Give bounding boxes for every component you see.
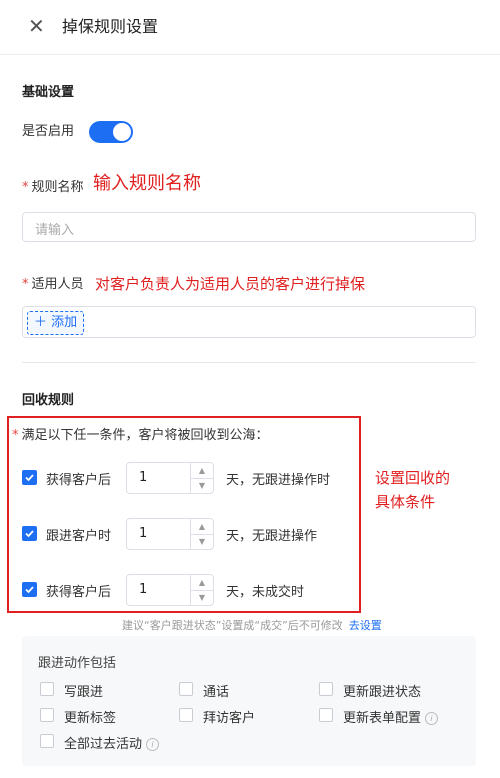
option-checkbox[interactable] [40, 682, 54, 696]
increment-icon[interactable]: ▲ [191, 463, 213, 479]
rule-checkbox[interactable] [22, 582, 37, 597]
days-value: 1 [139, 526, 148, 541]
rule-label: 获得客户后 [46, 585, 112, 600]
days-value: 1 [139, 582, 148, 597]
option-checkbox[interactable] [40, 708, 54, 722]
decrement-icon[interactable]: ▼ [191, 590, 213, 605]
increment-icon[interactable]: ▲ [191, 575, 213, 591]
rule-label: 跟进客户时 [46, 529, 112, 544]
enable-label: 是否启用 [22, 124, 75, 139]
days-input[interactable]: 1 ▲ ▼ [126, 574, 214, 606]
option-checkbox[interactable] [179, 708, 193, 722]
days-value: 1 [139, 470, 148, 485]
annotation-rule-name: 输入规则名称 [93, 173, 201, 194]
option-checkbox[interactable] [319, 682, 333, 696]
divider [22, 362, 476, 363]
go-settings-link[interactable]: 去设置 [349, 619, 382, 632]
info-icon[interactable]: i [146, 738, 160, 751]
hint-text: 建议“客户跟进状态”设置成“成交”后不可修改 去设置 [122, 619, 382, 632]
condition-label: * 满足以下任一条件，客户将被回收到公海： [12, 428, 269, 443]
option-checkbox[interactable] [319, 708, 333, 722]
increment-icon[interactable]: ▲ [191, 519, 213, 535]
stepper: ▲ ▼ [190, 463, 213, 493]
annotation-recycle: 设置回收的 具体条件 [375, 469, 451, 511]
option-checkbox[interactable] [40, 734, 54, 748]
rule-name-input[interactable]: 请输入 [22, 212, 476, 242]
decrement-icon[interactable]: ▼ [191, 534, 213, 549]
rule-tail: 天，未成交时 [226, 585, 305, 600]
close-icon[interactable]: ✕ [28, 14, 45, 38]
followup-panel: 跟进动作包括 写跟进 通话 更新跟进状态 更新标签 拜访客户 更新表单配置 i 全… [22, 636, 476, 766]
decrement-icon[interactable]: ▼ [191, 478, 213, 493]
header: ✕ 掉保规则设置 [0, 0, 500, 55]
stepper: ▲ ▼ [190, 519, 213, 549]
rule-label: 获得客户后 [46, 473, 112, 488]
annotation-applicable: 对客户负责人为适用人员的客户进行掉保 [95, 275, 366, 293]
stepper: ▲ ▼ [190, 575, 213, 605]
required-mark: * [22, 277, 29, 292]
enable-toggle[interactable] [89, 121, 133, 143]
rule-name-placeholder: 请输入 [35, 223, 75, 238]
add-button[interactable]: ＋ 添加 [27, 311, 85, 335]
followup-title: 跟进动作包括 [38, 656, 117, 671]
info-icon[interactable]: i [425, 712, 439, 725]
rule-name-label: * 规则名称 [22, 180, 84, 195]
applicable-users-field[interactable]: ＋ 添加 [22, 306, 476, 338]
days-input[interactable]: 1 ▲ ▼ [126, 518, 214, 550]
rule-tail: 天，无跟进操作 [226, 529, 318, 544]
page-title: 掉保规则设置 [62, 17, 159, 36]
rule-checkbox[interactable] [22, 526, 37, 541]
toggle-knob [113, 123, 131, 141]
required-mark: * [12, 428, 19, 443]
rule-checkbox[interactable] [22, 470, 37, 485]
basic-section-title: 基础设置 [22, 85, 75, 100]
days-input[interactable]: 1 ▲ ▼ [126, 462, 214, 494]
option-checkbox[interactable] [179, 682, 193, 696]
rule-tail: 天，无跟进操作时 [226, 473, 331, 488]
recycle-section-title: 回收规则 [22, 393, 75, 408]
required-mark: * [22, 180, 29, 195]
applicable-label: * 适用人员 [22, 277, 84, 292]
